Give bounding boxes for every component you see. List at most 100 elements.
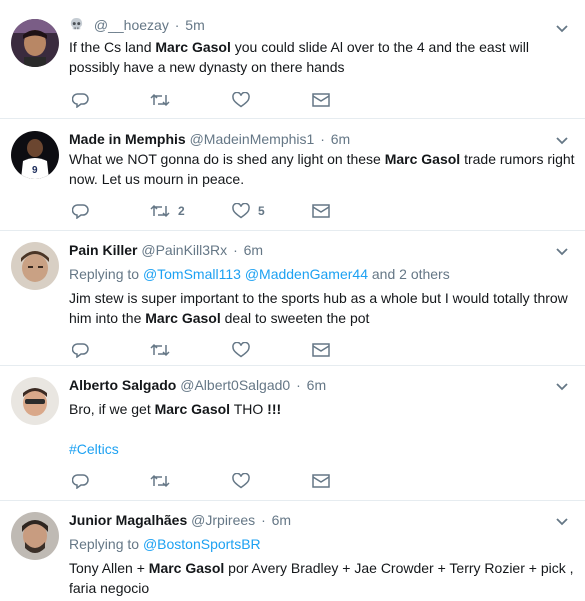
retweet-count: 2 — [178, 204, 185, 218]
replying-to: Replying to @TomSmall113 @MaddenGamer44 … — [69, 265, 450, 283]
chevron-down-icon[interactable] — [555, 379, 569, 391]
like-button[interactable] — [232, 340, 258, 360]
timestamp[interactable]: 5m — [185, 17, 204, 33]
tweet-text-segment: deal to sweeten the pot — [220, 310, 370, 326]
heart-icon — [232, 92, 250, 108]
retweet-button[interactable]: 2 — [150, 201, 185, 221]
reply-user-link[interactable]: @TomSmall113 — [143, 266, 241, 282]
tweet-text: If the Cs land Marc Gasol you could slid… — [69, 37, 579, 77]
display-name[interactable]: Pain Killer — [69, 242, 137, 258]
tweet[interactable]: 9 Made in Memphis @MadeinMemphis1 · 6m W… — [0, 119, 585, 231]
avatar[interactable] — [11, 377, 59, 425]
user-handle[interactable]: @Albert0Salgad0 — [180, 377, 290, 393]
replying-to: Replying to @BostonSportsBR — [69, 535, 261, 553]
tweet-text-segment: Bro, if we get — [69, 401, 155, 417]
tweet-actions: 2 5 — [69, 201, 369, 221]
direct-message-button[interactable] — [312, 340, 330, 360]
timestamp[interactable]: 6m — [331, 131, 350, 147]
highlighted-term: Marc Gasol — [148, 560, 225, 576]
tweet-text: What we NOT gonna do is shed any light o… — [69, 149, 579, 189]
tweet-text-segment: Tony Allen + — [69, 560, 149, 576]
separator-dot: · — [261, 512, 266, 528]
tweet[interactable]: Junior Magalhães @Jrpirees · 6m Replying… — [0, 500, 585, 601]
avatar[interactable] — [11, 19, 59, 67]
direct-message-button[interactable] — [312, 90, 330, 110]
retweet-icon — [150, 474, 170, 488]
tweet-text-segment: What we NOT gonna do is shed any light o… — [69, 151, 385, 167]
user-handle[interactable]: @Jrpirees — [191, 512, 255, 528]
skull-icon — [69, 17, 84, 36]
timestamp[interactable]: 6m — [272, 512, 291, 528]
avatar[interactable]: 9 — [11, 131, 59, 179]
retweet-icon — [150, 343, 170, 357]
avatar[interactable] — [11, 512, 59, 560]
display-name[interactable]: Made in Memphis — [69, 131, 186, 147]
tweet[interactable]: Pain Killer @PainKill3Rx · 6m Replying t… — [0, 230, 585, 366]
display-name[interactable]: Alberto Salgado — [69, 377, 176, 393]
highlighted-term: Marc Gasol — [155, 39, 231, 55]
chevron-down-icon[interactable] — [555, 133, 569, 145]
chevron-down-icon[interactable] — [555, 514, 569, 526]
replying-to-label: Replying to — [69, 266, 143, 282]
tweet-actions — [69, 340, 369, 360]
separator-dot: · — [174, 17, 180, 33]
display-name[interactable]: Junior Magalhães — [69, 512, 187, 528]
envelope-icon — [312, 474, 330, 488]
tweet-text: Tony Allen + Marc Gasol por Avery Bradle… — [69, 558, 579, 598]
envelope-icon — [312, 93, 330, 107]
reply-icon — [72, 343, 89, 358]
chevron-down-icon[interactable] — [555, 21, 569, 33]
reply-icon — [72, 474, 89, 489]
tweet-actions — [69, 90, 369, 110]
user-handle[interactable]: @PainKill3Rx — [141, 242, 227, 258]
highlighted-term: Marc Gasol — [154, 401, 231, 417]
retweet-button[interactable] — [150, 340, 178, 360]
timestamp[interactable]: 6m — [307, 377, 326, 393]
highlighted-term: Marc Gasol — [145, 310, 221, 326]
like-count: 5 — [258, 204, 265, 218]
heart-icon — [232, 473, 250, 489]
direct-message-button[interactable] — [312, 201, 330, 221]
svg-text:9: 9 — [32, 165, 38, 176]
replying-to-label: Replying to — [69, 536, 143, 552]
tweet-actions — [69, 471, 369, 491]
retweet-icon — [150, 93, 170, 107]
reply-others-link[interactable]: and 2 others — [368, 266, 450, 282]
envelope-icon — [312, 343, 330, 357]
tweet-text-segment: If the Cs land — [69, 39, 156, 55]
tweet-text-segment: THO — [230, 401, 268, 417]
reply-button[interactable] — [72, 471, 97, 491]
separator-dot: · — [320, 131, 325, 147]
tweet[interactable]: @__hoezay · 5m If the Cs land Marc Gasol… — [0, 0, 585, 119]
chevron-down-icon[interactable] — [555, 244, 569, 256]
like-button[interactable] — [232, 90, 258, 110]
separator-dot: · — [233, 242, 238, 258]
reply-button[interactable] — [72, 340, 97, 360]
retweet-icon — [150, 204, 170, 218]
hashtag-link[interactable]: #Celtics — [69, 441, 119, 457]
heart-icon — [232, 342, 250, 358]
timeline: @__hoezay · 5m If the Cs land Marc Gasol… — [0, 0, 585, 601]
timestamp[interactable]: 6m — [244, 242, 263, 258]
retweet-button[interactable] — [150, 471, 178, 491]
avatar[interactable] — [11, 242, 59, 290]
like-button[interactable] — [232, 471, 258, 491]
separator-dot: · — [296, 377, 301, 393]
highlighted-term: Marc Gasol — [384, 151, 461, 167]
reply-user-link[interactable]: @BostonSportsBR — [143, 536, 261, 552]
tweet[interactable]: Alberto Salgado @Albert0Salgad0 · 6m Bro… — [0, 365, 585, 501]
envelope-icon — [312, 204, 330, 218]
tweet-text: Jim stew is super important to the sport… — [69, 288, 579, 328]
retweet-button[interactable] — [150, 90, 178, 110]
reply-button[interactable] — [72, 201, 97, 221]
direct-message-button[interactable] — [312, 471, 330, 491]
tweet-text: Bro, if we get Marc Gasol THO !!! — [69, 399, 579, 419]
tweet-text-emphasis: !!! — [267, 401, 282, 417]
like-button[interactable]: 5 — [232, 201, 265, 221]
user-handle[interactable]: @__hoezay — [94, 17, 169, 33]
hashtag-line: #Celtics — [69, 439, 579, 459]
reply-button[interactable] — [72, 90, 97, 110]
reply-user-link[interactable]: @MaddenGamer44 — [245, 266, 368, 282]
user-handle[interactable]: @MadeinMemphis1 — [190, 131, 315, 147]
reply-icon — [72, 93, 89, 108]
